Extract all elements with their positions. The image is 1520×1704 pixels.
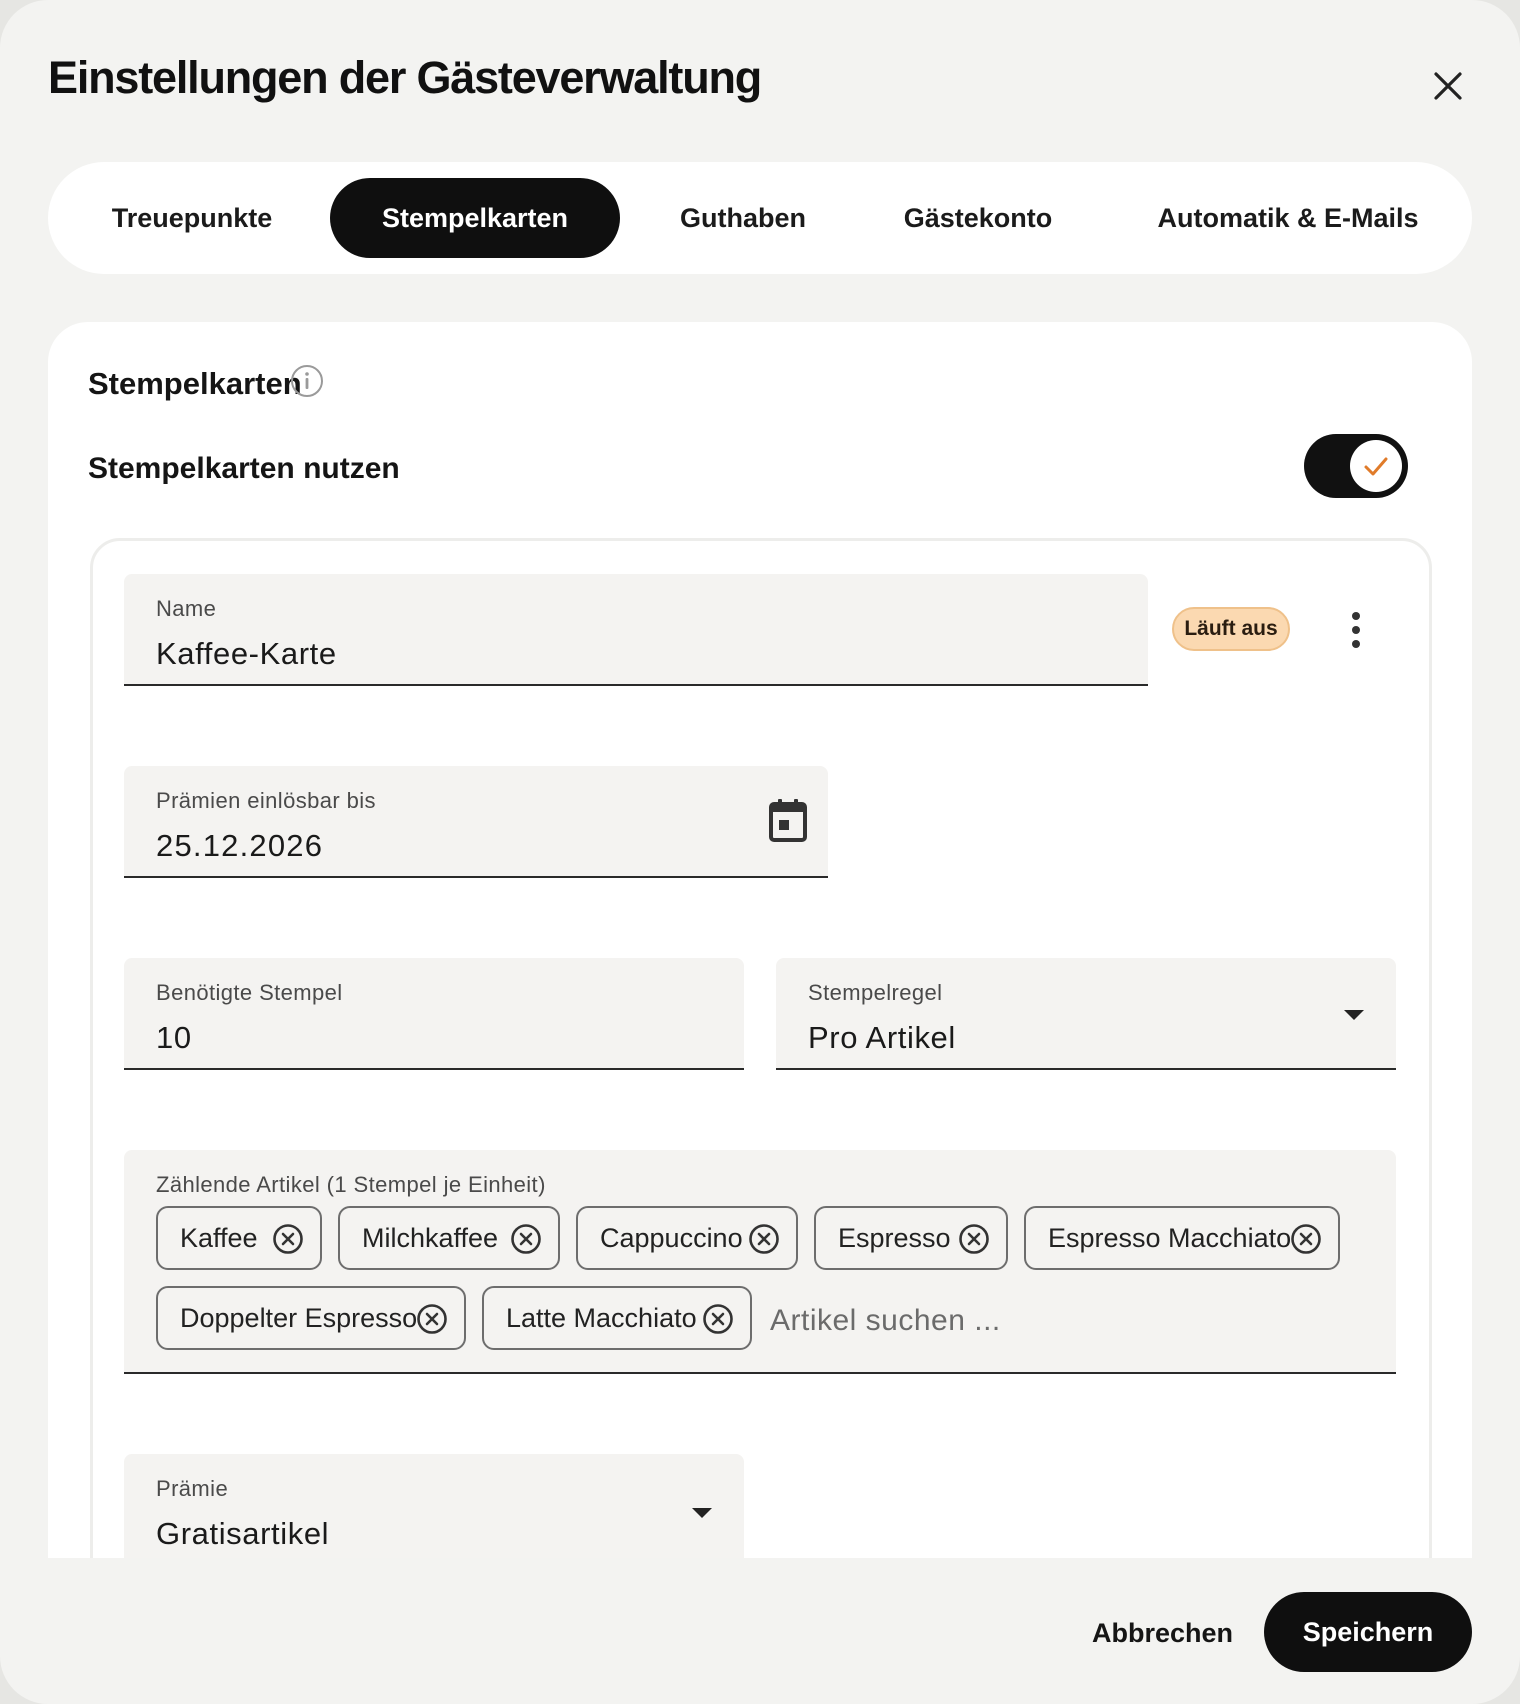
article-chip: Kaffee (156, 1206, 322, 1270)
chevron-down-icon (1344, 1010, 1364, 1020)
cancel-button[interactable]: Abbrechen (1092, 1608, 1233, 1658)
redeem-value: 25.12.2026 (156, 828, 324, 863)
settings-dialog: Einstellungen der Gästeverwaltung Treuep… (0, 0, 1520, 1704)
save-button[interactable]: Speichern (1264, 1592, 1472, 1672)
toggle-knob (1350, 440, 1402, 492)
remove-chip-icon[interactable] (1290, 1223, 1322, 1255)
article-chip: Latte Macchiato (482, 1286, 752, 1350)
reward-label: Prämie (156, 1476, 229, 1501)
section-title: Stempelkarten (88, 366, 302, 401)
more-options-icon[interactable] (1340, 608, 1372, 652)
dialog-title: Einstellungen der Gästeverwaltung (48, 52, 762, 103)
chip-label: Latte Macchiato (506, 1302, 697, 1333)
tab-bar: Treuepunkte Stempelkarten Guthaben Gäste… (48, 162, 1472, 274)
chip-label: Cappuccino (600, 1222, 743, 1253)
chip-label: Milchkaffee (362, 1222, 499, 1253)
tab-stempelkarten[interactable]: Stempelkarten (330, 178, 620, 258)
name-label: Name (156, 596, 217, 621)
remove-chip-icon[interactable] (958, 1223, 990, 1255)
stempelkarten-toggle[interactable] (1304, 434, 1408, 498)
name-field[interactable]: Name Kaffee-Karte (124, 574, 1148, 686)
reward-select[interactable]: Prämie Gratisartikel (124, 1454, 744, 1558)
stamps-value: 10 (156, 1020, 192, 1055)
article-search-input[interactable] (768, 1298, 1252, 1344)
chip-label: Kaffee (180, 1222, 258, 1253)
calendar-icon[interactable] (768, 798, 808, 842)
rule-value: Pro Artikel (808, 1020, 956, 1055)
name-value: Kaffee-Karte (156, 636, 337, 671)
article-chip: Doppelter Espresso (156, 1286, 466, 1350)
article-chip: Espresso (814, 1206, 1008, 1270)
redeem-date-field[interactable]: Prämien einlösbar bis 25.12.2026 (124, 766, 828, 878)
close-icon[interactable] (1428, 66, 1468, 106)
tab-guthaben[interactable]: Guthaben (658, 178, 828, 258)
status-badge: Läuft aus (1172, 607, 1290, 651)
remove-chip-icon[interactable] (748, 1223, 780, 1255)
chip-label: Espresso (838, 1222, 951, 1253)
stamps-label: Benötigte Stempel (156, 980, 343, 1005)
reward-value: Gratisartikel (156, 1516, 330, 1551)
article-chip: Milchkaffee (338, 1206, 560, 1270)
chip-label: Espresso Macchiato (1048, 1222, 1292, 1253)
stamp-rule-select[interactable]: Stempelregel Pro Artikel (776, 958, 1396, 1070)
check-icon (1364, 457, 1388, 476)
remove-chip-icon[interactable] (702, 1303, 734, 1335)
article-chip: Espresso Macchiato (1024, 1206, 1340, 1270)
articles-label: Zählende Artikel (1 Stempel je Einheit) (156, 1172, 546, 1197)
rule-label: Stempelregel (808, 980, 943, 1005)
remove-chip-icon[interactable] (416, 1303, 448, 1335)
chevron-down-icon (692, 1508, 712, 1518)
required-stamps-field[interactable]: Benötigte Stempel 10 (124, 958, 744, 1070)
chip-label: Doppelter Espresso (180, 1302, 418, 1333)
toggle-label: Stempelkarten nutzen (88, 452, 400, 485)
remove-chip-icon[interactable] (510, 1223, 542, 1255)
tab-automatik-emails[interactable]: Automatik & E-Mails (1148, 178, 1428, 258)
info-icon[interactable] (290, 364, 324, 398)
redeem-label: Prämien einlösbar bis (156, 788, 376, 813)
remove-chip-icon[interactable] (272, 1223, 304, 1255)
tab-treuepunkte[interactable]: Treuepunkte (92, 178, 292, 258)
article-chip: Cappuccino (576, 1206, 798, 1270)
tab-gaestekonto[interactable]: Gästekonto (888, 178, 1068, 258)
